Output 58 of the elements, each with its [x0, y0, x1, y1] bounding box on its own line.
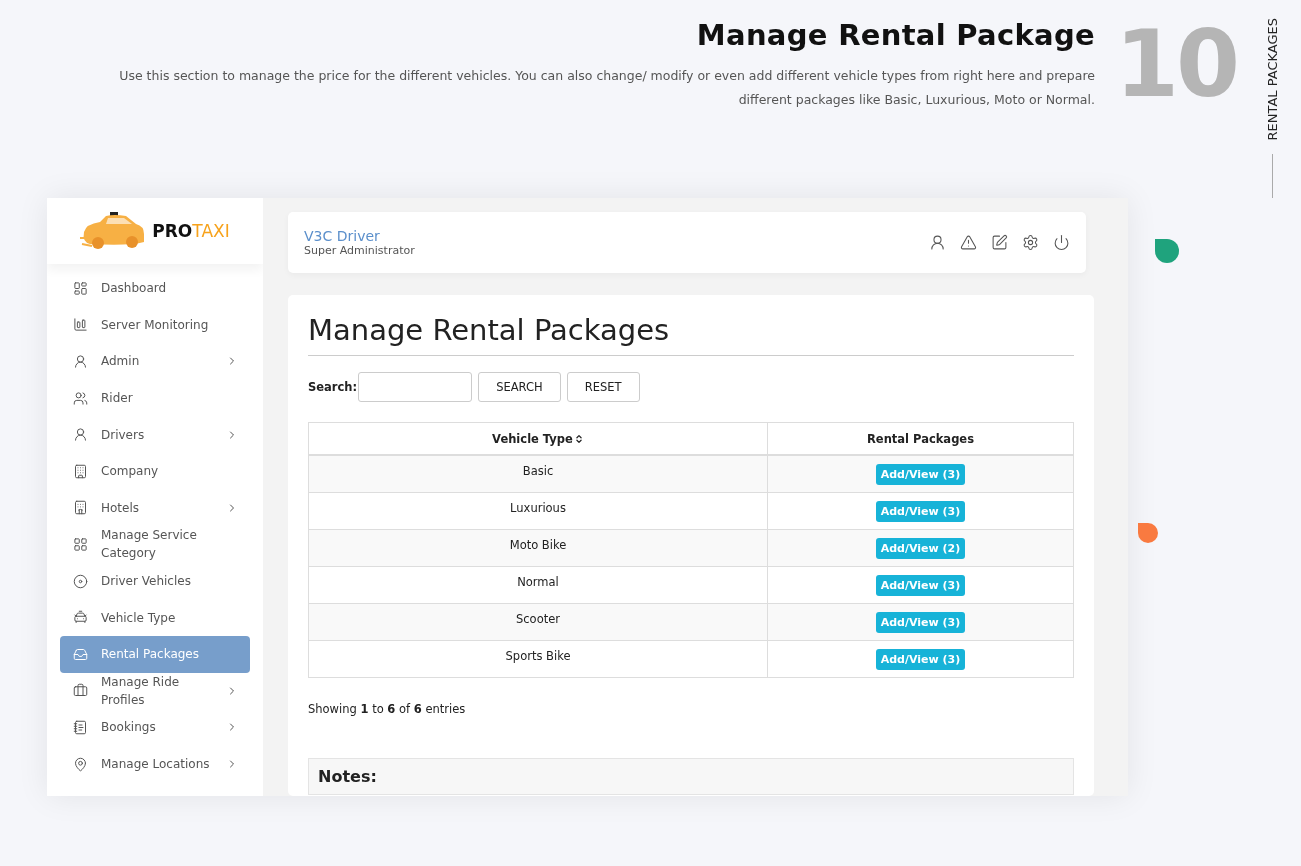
column-header: Rental Packages — [867, 431, 974, 446]
column-header[interactable]: Vehicle Type — [492, 431, 573, 446]
sidebar-item[interactable]: Manage Service Category — [60, 526, 250, 563]
sidebar-item[interactable]: Rider — [60, 379, 250, 417]
taxi-icon — [73, 610, 88, 626]
taxi-logo-icon — [80, 210, 147, 252]
section-label: RENTAL PACKAGES — [1264, 18, 1280, 141]
logo-text: PRO — [152, 221, 193, 241]
sidebar-item[interactable]: Drivers — [60, 416, 250, 453]
table-cell: Normal — [517, 575, 559, 589]
document-icon — [73, 719, 88, 735]
table-cell: Luxurious — [510, 501, 566, 515]
search-button[interactable]: SEARCH — [478, 372, 561, 402]
dashboard-icon — [73, 280, 88, 296]
inbox-icon — [73, 646, 88, 662]
sort-icon[interactable] — [573, 433, 584, 444]
user-role: Super Administrator — [304, 244, 415, 257]
sidebar-item[interactable]: Admin — [60, 343, 250, 380]
hotel-icon — [73, 500, 88, 516]
reset-button[interactable]: RESET — [566, 372, 640, 402]
search-field[interactable] — [358, 372, 473, 402]
user-icon — [73, 427, 88, 443]
table-cell: Moto Bike — [509, 538, 567, 552]
grid-icon — [73, 536, 88, 552]
entries-info: Showing 1 to 6 of 6 entries — [308, 702, 467, 716]
sidebar-item[interactable]: Manage Ride Profiles — [60, 672, 250, 710]
warning-icon[interactable] — [960, 234, 977, 251]
notes-heading: Notes: — [308, 758, 1074, 795]
leaf-shape — [1138, 523, 1159, 544]
table-cell: Scooter — [516, 612, 560, 626]
sidebar-item[interactable]: Driver Vehicles — [60, 562, 250, 600]
sidebar-item[interactable]: Hotels — [60, 489, 250, 527]
sidebar-item[interactable]: Vehicle Type — [60, 599, 250, 636]
building-icon — [73, 463, 88, 479]
user-name: V3C Driver — [304, 228, 381, 244]
table-cell: Sports Bike — [505, 649, 571, 663]
sidebar-item[interactable]: Company — [60, 452, 250, 490]
description-text: Use this section to manage the price for the different vehicles. You can also change/ modify or even add different vehicle types from right here and prepare different packages like Basic, Luxurious, Moto or Normal. — [118, 67, 1095, 109]
edit-icon[interactable] — [991, 234, 1008, 251]
chart-icon — [73, 317, 88, 333]
settings-icon[interactable] — [1022, 234, 1039, 251]
map-pin-icon — [73, 756, 88, 772]
power-icon[interactable] — [1053, 234, 1070, 251]
leaf-shape — [1155, 239, 1180, 263]
users-icon — [73, 390, 88, 406]
sidebar-item[interactable]: Dashboard — [60, 270, 250, 307]
search-label: Search: — [308, 380, 358, 394]
sidebar-item[interactable]: Manage Locations — [60, 745, 250, 783]
table-cell: Basic — [522, 464, 554, 478]
logo-text: TAXI — [192, 221, 230, 241]
card-title: Manage Rental Packages — [308, 313, 1074, 356]
profile-icon[interactable] — [929, 234, 946, 251]
briefcase-icon — [73, 683, 88, 699]
user-icon — [73, 354, 88, 369]
sidebar-item[interactable]: Bookings — [60, 709, 250, 746]
section-number: 10 — [1114, 20, 1237, 120]
sidebar-item[interactable]: Server Monitoring — [60, 306, 250, 344]
page-heading: Manage Rental Package — [696, 18, 1095, 52]
